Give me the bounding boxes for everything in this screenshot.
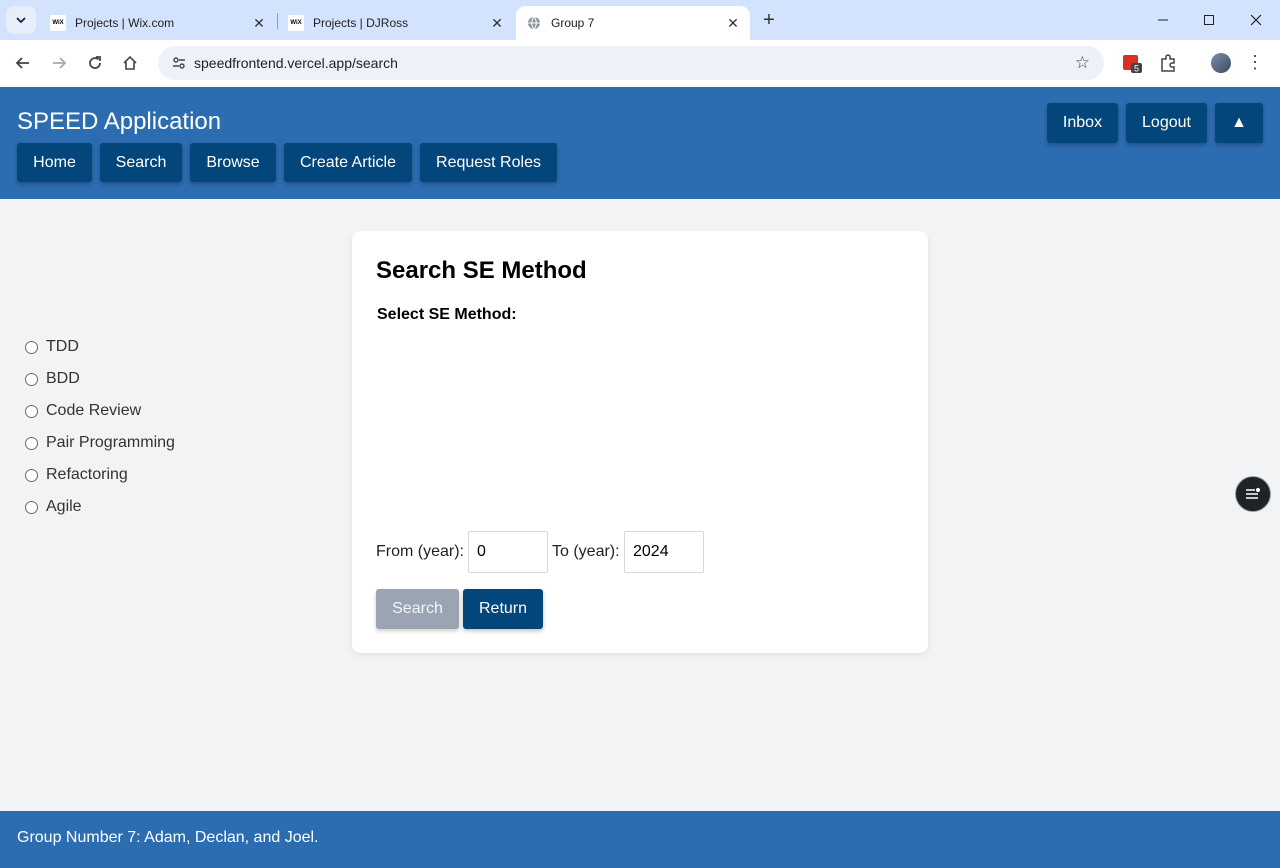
- radio-option-bdd[interactable]: BDD: [24, 369, 80, 389]
- close-window-button[interactable]: [1233, 6, 1279, 34]
- to-year-input[interactable]: [624, 531, 704, 573]
- home-icon: [123, 55, 137, 70]
- tab-title: Group 7: [551, 16, 595, 30]
- reload-icon: [89, 56, 101, 69]
- tab-title: Projects | DJRoss: [313, 16, 409, 30]
- browser-tab-group7[interactable]: Group 7 ✕: [516, 6, 750, 40]
- extensions-puzzle-icon[interactable]: [1157, 52, 1179, 74]
- radio-label: Pair Programming: [46, 434, 175, 451]
- radio-label: Code Review: [46, 402, 142, 419]
- close-icon[interactable]: ✕: [486, 15, 508, 32]
- from-year-label: From (year):: [376, 543, 464, 560]
- radio-option-pair-programming[interactable]: Pair Programming: [24, 433, 175, 453]
- app-title: SPEED Application: [17, 108, 222, 135]
- from-year-input[interactable]: [468, 531, 548, 573]
- search-button[interactable]: Search: [376, 589, 459, 629]
- browser-tab-djross[interactable]: WiX Projects | DJRoss ✕: [278, 6, 514, 40]
- close-icon: [1250, 14, 1262, 26]
- chevron-down-icon: [16, 17, 26, 24]
- profile-avatar[interactable]: [1211, 53, 1231, 73]
- arrow-right-icon: [53, 57, 67, 69]
- radio-label: TDD: [46, 338, 79, 355]
- site-info-icon[interactable]: [164, 55, 194, 71]
- radio-option-code-review[interactable]: Code Review: [24, 401, 141, 421]
- minimize-icon: [1158, 19, 1168, 21]
- browser-tab-strip: WiX Projects | Wix.com ✕ WiX Projects | …: [0, 0, 1280, 40]
- nav-search-button[interactable]: Search: [100, 143, 182, 182]
- list-settings-icon: [1246, 488, 1260, 499]
- radio-option-agile[interactable]: Agile: [24, 497, 82, 517]
- home-button[interactable]: [116, 49, 144, 77]
- new-tab-button[interactable]: +: [758, 8, 780, 32]
- wix-favicon-icon: WiX: [50, 15, 66, 31]
- globe-icon: [526, 15, 542, 31]
- radio-button[interactable]: [25, 404, 38, 418]
- bookmark-star-icon[interactable]: ☆: [1075, 53, 1090, 73]
- nav-browse-button[interactable]: Browse: [190, 143, 276, 182]
- wix-favicon-icon: WiX: [288, 15, 304, 31]
- return-button[interactable]: Return: [463, 589, 543, 629]
- floating-menu-button[interactable]: [1235, 476, 1271, 512]
- maximize-icon: [1204, 15, 1214, 25]
- browser-menu-icon[interactable]: ⋮: [1246, 52, 1264, 73]
- radio-option-tdd[interactable]: TDD: [24, 337, 79, 357]
- footer-text: Group Number 7: Adam, Declan, and Joel.: [17, 829, 319, 846]
- inbox-button[interactable]: Inbox: [1047, 103, 1118, 143]
- scroll-top-button[interactable]: ▲: [1215, 103, 1263, 143]
- browser-toolbar: speedfrontend.vercel.app/search ☆ 5: [0, 40, 1280, 86]
- tab-search-button[interactable]: [6, 6, 36, 34]
- close-icon[interactable]: ✕: [722, 15, 744, 32]
- radio-option-refactoring[interactable]: Refactoring: [24, 465, 128, 485]
- nav-request-roles-button[interactable]: Request Roles: [420, 143, 557, 182]
- calendar-extension-icon[interactable]: 5: [1121, 52, 1143, 74]
- browser-tab-wix[interactable]: WiX Projects | Wix.com ✕: [40, 6, 276, 40]
- radio-button[interactable]: [25, 340, 38, 354]
- radio-label: Agile: [46, 498, 82, 515]
- reload-button[interactable]: [81, 49, 109, 77]
- back-button[interactable]: [9, 49, 37, 77]
- minimize-button[interactable]: [1140, 6, 1186, 34]
- nav-create-article-button[interactable]: Create Article: [284, 143, 412, 182]
- arrow-left-icon: [15, 57, 29, 69]
- radio-label: BDD: [46, 370, 80, 387]
- radio-button[interactable]: [25, 468, 38, 482]
- close-icon[interactable]: ✕: [248, 15, 270, 32]
- radio-button[interactable]: [25, 500, 38, 514]
- nav-home-button[interactable]: Home: [17, 143, 92, 182]
- method-label: Select SE Method:: [377, 306, 517, 323]
- forward-button[interactable]: [45, 49, 73, 77]
- tab-title: Projects | Wix.com: [75, 16, 175, 30]
- page-title: Search SE Method: [376, 257, 587, 284]
- address-bar[interactable]: speedfrontend.vercel.app/search ☆: [158, 46, 1104, 80]
- to-year-label: To (year):: [552, 543, 620, 560]
- logout-button[interactable]: Logout: [1126, 103, 1207, 143]
- maximize-button[interactable]: [1186, 6, 1232, 34]
- radio-label: Refactoring: [46, 466, 128, 483]
- radio-button[interactable]: [25, 372, 38, 386]
- svg-text:5: 5: [1134, 64, 1139, 74]
- radio-button[interactable]: [25, 436, 38, 450]
- url-text: speedfrontend.vercel.app/search: [194, 55, 398, 71]
